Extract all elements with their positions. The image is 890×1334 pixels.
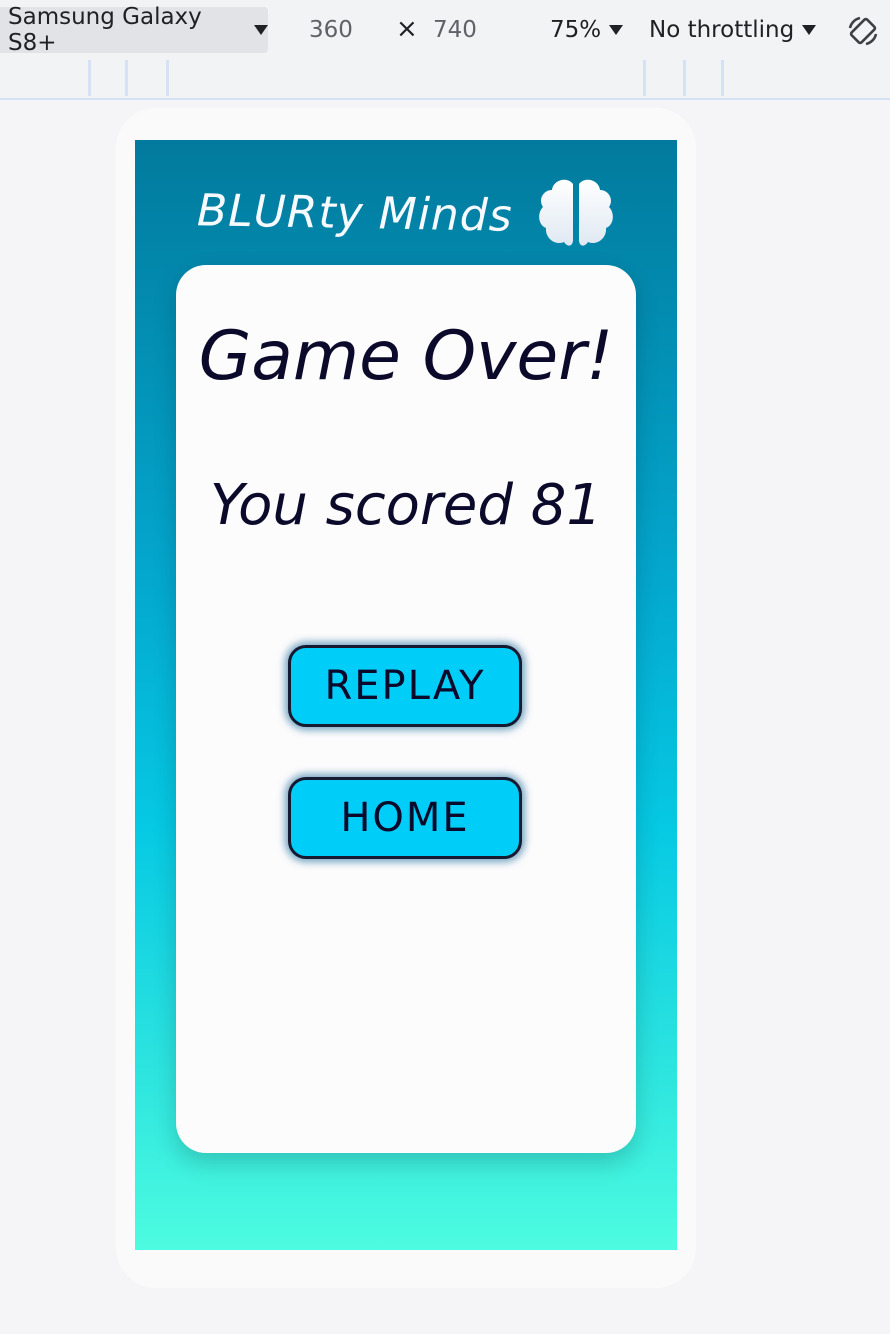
zoom-label: 75%	[550, 17, 602, 43]
device-select-label: Samsung Galaxy S8+	[8, 4, 202, 56]
game-over-heading: Game Over!	[198, 317, 614, 396]
devtools-toolbar: Samsung Galaxy S8+ 360 × 740 75% No thro…	[0, 0, 890, 61]
ruler-tick[interactable]	[643, 60, 646, 96]
ruler-tick[interactable]	[125, 60, 128, 96]
device-select[interactable]: Samsung Galaxy S8+	[0, 4, 268, 56]
replay-button[interactable]: REPLAY	[288, 645, 522, 727]
media-query-ruler	[0, 60, 890, 100]
height-input[interactable]: 740	[433, 17, 477, 43]
ruler-tick[interactable]	[88, 60, 91, 96]
brain-icon	[538, 179, 613, 246]
app-title: BLURty Minds	[196, 184, 514, 242]
chevron-down-icon	[254, 25, 268, 35]
chevron-down-icon	[802, 25, 817, 35]
throttling-select[interactable]: No throttling	[649, 17, 817, 43]
ruler-tick[interactable]	[683, 60, 686, 96]
zoom-select[interactable]: 75%	[550, 17, 624, 43]
score-text: You scored 81	[210, 473, 602, 538]
throttling-label: No throttling	[649, 17, 795, 43]
rotate-icon[interactable]	[846, 14, 880, 48]
dimension-separator: ×	[396, 14, 418, 44]
game-over-card: Game Over! You scored 81 REPLAY HOME	[176, 265, 636, 1153]
home-button[interactable]: HOME	[288, 777, 522, 859]
width-input[interactable]: 360	[309, 17, 353, 43]
app-screen: BLURty Minds Game Over! You scored 81 RE…	[135, 140, 677, 1250]
app-header: BLURty Minds	[135, 168, 677, 258]
ruler-tick[interactable]	[166, 60, 169, 96]
ruler-tick[interactable]	[721, 60, 724, 96]
chevron-down-icon	[609, 25, 624, 35]
